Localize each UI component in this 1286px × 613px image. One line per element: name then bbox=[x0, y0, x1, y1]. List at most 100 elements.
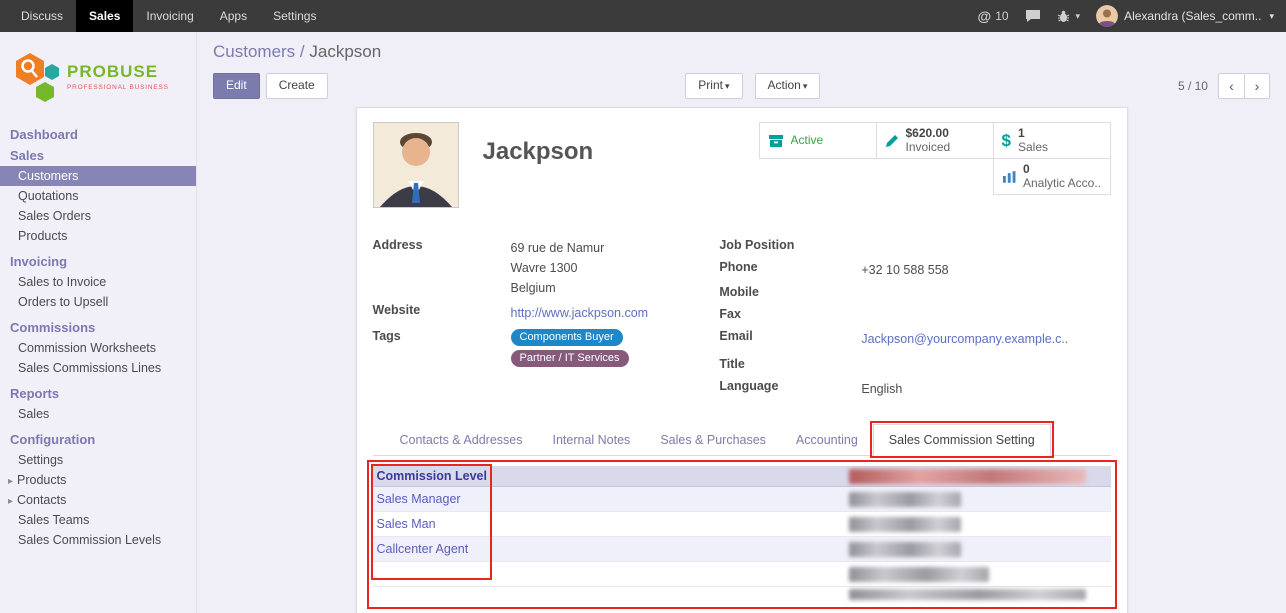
sidebar-item-sales-orders[interactable]: Sales Orders bbox=[0, 206, 196, 226]
table-row-callcenter-agent[interactable]: Callcenter Agent bbox=[373, 537, 1111, 562]
print-dropdown[interactable]: Print▾ bbox=[685, 73, 742, 98]
redacted-block bbox=[849, 589, 1086, 600]
tags-label: Tags bbox=[373, 329, 511, 343]
menu-settings[interactable]: Settings bbox=[260, 0, 329, 32]
tags-value: Components Buyer Partner / IT Services bbox=[511, 329, 629, 371]
user-menu[interactable]: Alexandra (Sales_comm.. ▾ bbox=[1096, 5, 1274, 27]
tab-label: Sales Commission Setting bbox=[889, 433, 1035, 447]
stat-buttons: Active $620.00 Invoiced $ bbox=[753, 122, 1111, 208]
sidebar-item-config-contacts[interactable]: ▸ Contacts bbox=[0, 490, 196, 510]
sidebar-item-commission-worksheets[interactable]: Commission Worksheets bbox=[0, 338, 196, 358]
user-avatar bbox=[1096, 5, 1118, 27]
create-button[interactable]: Create bbox=[266, 73, 328, 98]
sidebar-item-sales-to-invoice[interactable]: Sales to Invoice bbox=[0, 272, 196, 292]
chevron-right-icon: ▸ bbox=[8, 476, 13, 487]
sidebar-heading-reports[interactable]: Reports bbox=[0, 383, 196, 404]
analytic-accounts-stat-button[interactable]: 0 Analytic Acco... bbox=[993, 158, 1111, 195]
menu-invoicing[interactable]: Invoicing bbox=[133, 0, 206, 32]
dollar-icon: $ bbox=[1002, 131, 1011, 151]
title-label: Title bbox=[719, 357, 861, 371]
commission-level-cell: Sales Man bbox=[373, 517, 436, 531]
customer-form-sheet: Jackpson Active bbox=[356, 107, 1128, 613]
sidebar-item-products[interactable]: Products bbox=[0, 226, 196, 246]
sidebar-heading-configuration[interactable]: Configuration bbox=[0, 429, 196, 450]
sidebar-item-sales-commissions-lines[interactable]: Sales Commissions Lines bbox=[0, 358, 196, 378]
fax-label: Fax bbox=[719, 307, 861, 321]
chevron-right-icon: ▸ bbox=[8, 496, 13, 507]
tab-sales-commission-setting[interactable]: Sales Commission Setting bbox=[873, 424, 1051, 456]
sidebar-item-reports-sales[interactable]: Sales bbox=[0, 404, 196, 424]
invoiced-stat-button[interactable]: $620.00 Invoiced bbox=[876, 122, 994, 159]
redacted-block bbox=[849, 469, 1086, 484]
active-stat-button[interactable]: Active bbox=[759, 122, 877, 159]
sidebar-item-label: Contacts bbox=[17, 493, 66, 507]
tab-accounting[interactable]: Accounting bbox=[781, 425, 873, 455]
caret-down-icon: ▾ bbox=[1269, 11, 1274, 22]
tab-contacts-addresses[interactable]: Contacts & Addresses bbox=[385, 425, 538, 455]
phone-label: Phone bbox=[719, 260, 861, 274]
caret-down-icon: ▾ bbox=[1076, 11, 1081, 22]
menu-discuss[interactable]: Discuss bbox=[8, 0, 76, 32]
table-row-empty[interactable] bbox=[373, 562, 1111, 587]
edit-button[interactable]: Edit bbox=[213, 73, 260, 98]
tag-components-buyer[interactable]: Components Buyer bbox=[511, 329, 623, 346]
sales-stat-button[interactable]: $ 1 Sales bbox=[993, 122, 1111, 159]
tab-sales-purchases[interactable]: Sales & Purchases bbox=[645, 425, 781, 455]
phone-value[interactable]: +32 10 588 558 bbox=[861, 260, 948, 280]
column-header-commission-level[interactable]: Commission Level bbox=[373, 469, 487, 483]
analytic-label: Analytic Acco... bbox=[1023, 177, 1102, 191]
pencil-icon bbox=[885, 134, 899, 148]
sidebar-item-sales-teams[interactable]: Sales Teams bbox=[0, 510, 196, 530]
redacted-block bbox=[849, 517, 961, 532]
invoiced-amount: $620.00 bbox=[906, 127, 951, 141]
mention-count: 10 bbox=[995, 9, 1008, 23]
commission-level-cell: Sales Manager bbox=[373, 492, 461, 506]
website-link[interactable]: http://www.jackpson.com bbox=[511, 303, 649, 323]
language-value[interactable]: English bbox=[861, 379, 902, 399]
menu-sales[interactable]: Sales bbox=[76, 0, 133, 32]
sidebar-heading-invoicing[interactable]: Invoicing bbox=[0, 251, 196, 272]
sidebar-heading-sales[interactable]: Sales bbox=[0, 145, 196, 166]
job-position-label: Job Position bbox=[719, 238, 861, 252]
logo-title: PROBUSE bbox=[67, 63, 169, 82]
sidebar-item-sales-commission-levels[interactable]: Sales Commission Levels bbox=[0, 530, 196, 550]
sidebar-item-orders-to-upsell[interactable]: Orders to Upsell bbox=[0, 292, 196, 312]
chat-bubble-icon bbox=[1025, 9, 1041, 23]
sidebar-heading-dashboard[interactable]: Dashboard bbox=[0, 124, 196, 145]
sales-count: 1 bbox=[1018, 127, 1048, 141]
probuse-logo: PROBUSE PROFESSIONAL BUSINESS bbox=[0, 32, 196, 124]
debug-menu[interactable]: ▾ bbox=[1057, 10, 1081, 23]
messages-icon[interactable] bbox=[1025, 9, 1041, 23]
commission-level-cell: Callcenter Agent bbox=[373, 542, 469, 556]
mention-counter[interactable]: @ 10 bbox=[978, 8, 1009, 24]
main-content: Customers / Jackpson Edit Create Print▾ … bbox=[197, 32, 1286, 613]
notebook-tabs: Contacts & Addresses Internal Notes Sale… bbox=[373, 424, 1111, 456]
breadcrumb-customers-link[interactable]: Customers bbox=[213, 42, 295, 61]
action-label: Action bbox=[768, 78, 801, 92]
pager-next-button[interactable]: › bbox=[1244, 73, 1270, 99]
tab-internal-notes[interactable]: Internal Notes bbox=[537, 425, 645, 455]
table-row-sales-man[interactable]: Sales Man bbox=[373, 512, 1111, 537]
email-link[interactable]: Jackpson@yourcompany.example.c.. bbox=[861, 329, 1068, 349]
customer-photo[interactable] bbox=[373, 122, 459, 208]
sidebar-item-quotations[interactable]: Quotations bbox=[0, 186, 196, 206]
sidebar-item-config-products[interactable]: ▸Products bbox=[0, 470, 196, 490]
table-row-sales-manager[interactable]: Sales Manager bbox=[373, 487, 1111, 512]
pager-previous-button[interactable]: ‹ bbox=[1218, 73, 1244, 99]
sidebar-heading-commissions[interactable]: Commissions bbox=[0, 317, 196, 338]
chevron-left-icon: ‹ bbox=[1229, 78, 1234, 94]
menu-apps[interactable]: Apps bbox=[207, 0, 260, 32]
table-footer-area bbox=[373, 587, 1111, 603]
probuse-logo-icon bbox=[14, 51, 60, 103]
breadcrumb-current: Jackpson bbox=[309, 42, 381, 61]
website-label: Website bbox=[373, 303, 511, 317]
redacted-block bbox=[849, 542, 961, 557]
commission-levels-table: Commission Level Sales Manager Sales Man… bbox=[373, 466, 1111, 603]
address-value[interactable]: 69 rue de Namur Wavre 1300 Belgium bbox=[511, 238, 605, 298]
sales-label: Sales bbox=[1018, 141, 1048, 155]
sidebar-item-settings[interactable]: Settings bbox=[0, 450, 196, 470]
bar-chart-icon bbox=[1002, 170, 1016, 183]
action-dropdown[interactable]: Action▾ bbox=[755, 73, 821, 98]
tag-partner-it-services[interactable]: Partner / IT Services bbox=[511, 350, 629, 367]
sidebar-item-customers[interactable]: Customers bbox=[0, 166, 196, 186]
